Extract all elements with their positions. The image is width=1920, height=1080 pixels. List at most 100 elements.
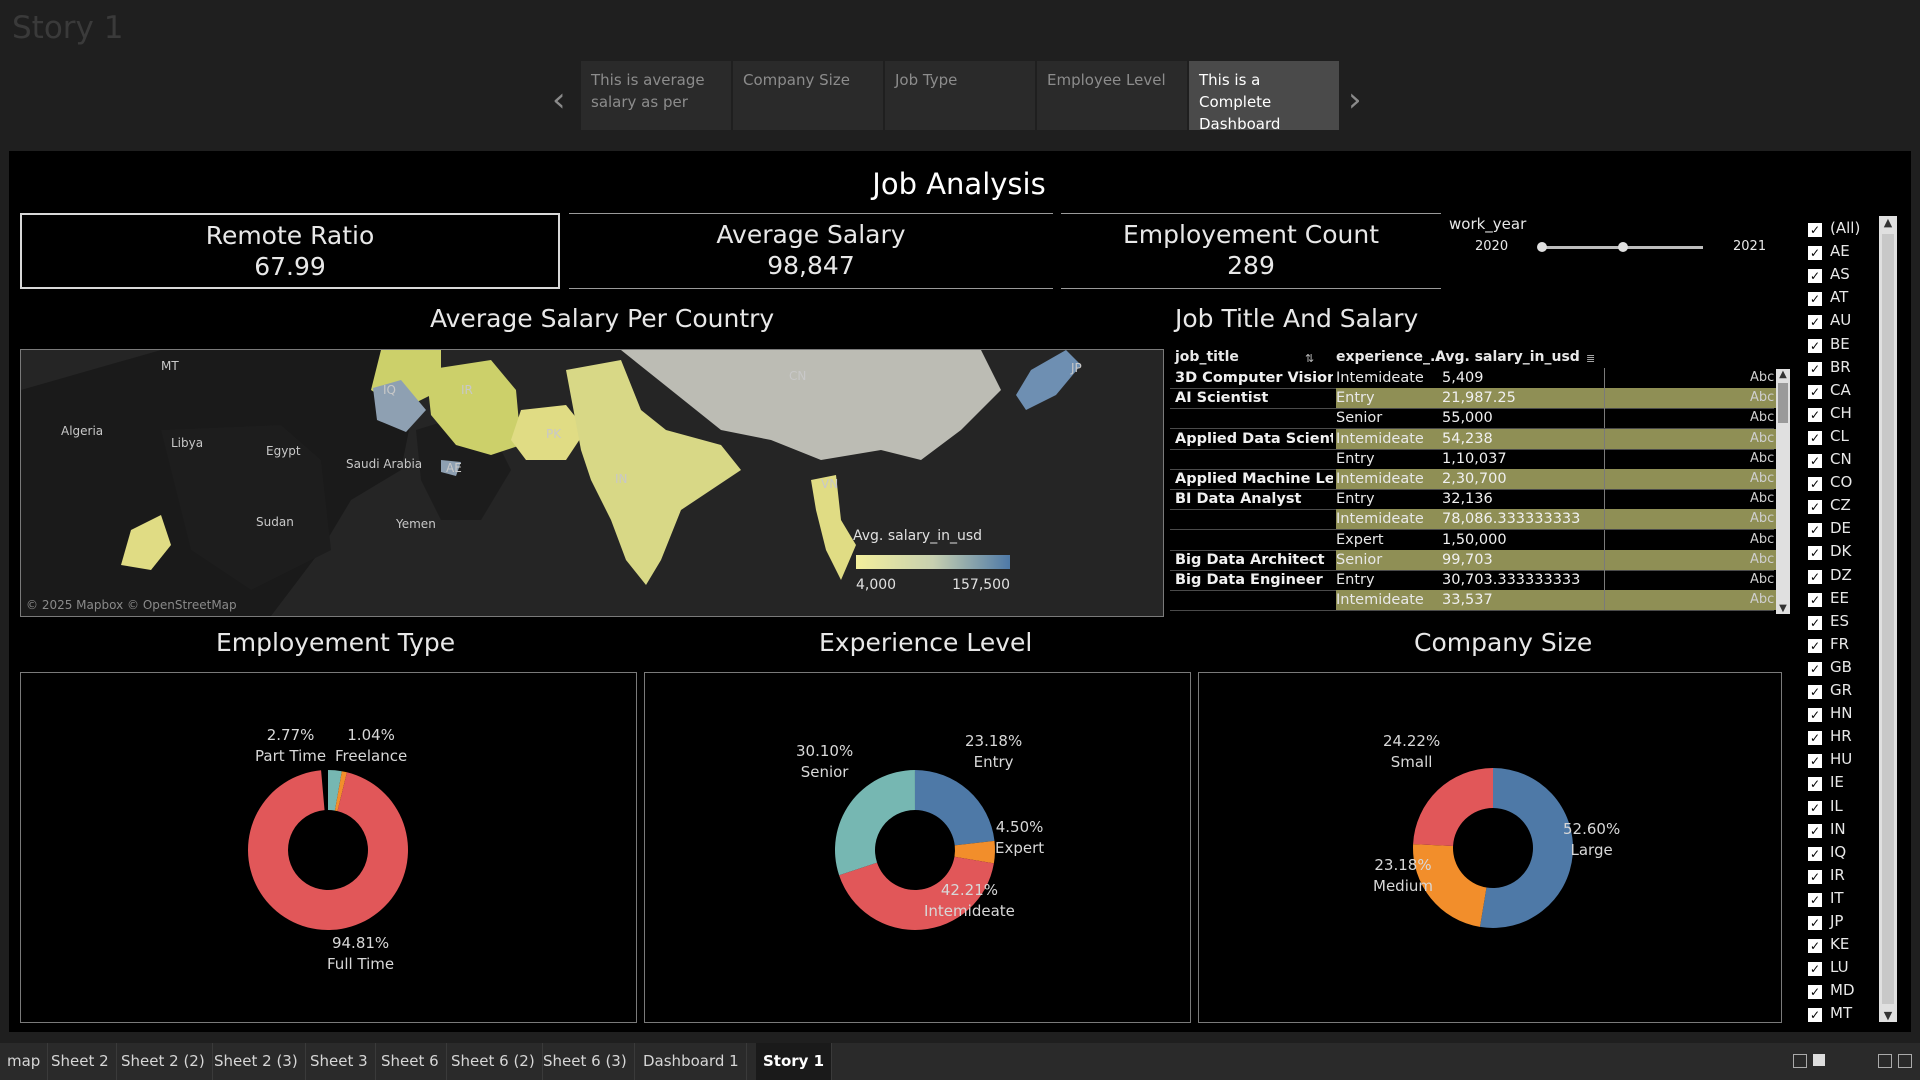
- checkbox-icon[interactable]: ✓: [1808, 777, 1822, 792]
- checkbox-icon[interactable]: ✓: [1808, 223, 1822, 237]
- company-size-chart[interactable]: 52.60% Large 23.18% Medium 24.22% Small: [1198, 672, 1782, 1023]
- table-row[interactable]: 3D Computer Vision ..Intemideate 5,409 Abc: [1170, 368, 1774, 389]
- checkbox-icon[interactable]: ✓: [1808, 962, 1822, 977]
- sheet-tab-sheet-3[interactable]: Sheet 3: [303, 1043, 376, 1080]
- kpi-employment-count[interactable]: Employement Count 289: [1061, 213, 1441, 289]
- table-row[interactable]: Entry 1,10,037 Abc: [1170, 448, 1774, 470]
- filter-item-lu[interactable]: ✓ LU: [1808, 956, 1849, 979]
- grid-view-icon[interactable]: [1793, 1054, 1807, 1068]
- filter-item-jp[interactable]: ✓ JP: [1808, 910, 1843, 933]
- filter-item-ae[interactable]: ✓ AE: [1808, 240, 1850, 263]
- checkbox-icon[interactable]: ✓: [1808, 361, 1822, 376]
- checkbox-icon[interactable]: ✓: [1808, 1008, 1822, 1023]
- sheet-tab-sheet-6-2[interactable]: Sheet 6 (2): [444, 1043, 543, 1080]
- fullscreen-icon[interactable]: [1878, 1054, 1892, 1068]
- checkbox-icon[interactable]: ✓: [1808, 546, 1822, 561]
- checkbox-icon[interactable]: ✓: [1808, 708, 1822, 723]
- filter-item-il[interactable]: ✓ IL: [1808, 795, 1843, 818]
- filter-item-dk[interactable]: ✓ DK: [1808, 540, 1851, 563]
- filter-scrollbar-thumb[interactable]: [1882, 234, 1894, 1004]
- filter-item-mt[interactable]: ✓ MT: [1808, 1002, 1852, 1025]
- sheet-tab-story-1[interactable]: Story 1: [756, 1043, 833, 1080]
- present-mode-icon[interactable]: [1898, 1054, 1912, 1068]
- checkbox-icon[interactable]: ✓: [1808, 407, 1822, 422]
- table-scrollbar[interactable]: ▲ ▼: [1776, 369, 1790, 614]
- kpi-remote-ratio[interactable]: Remote Ratio 67.99: [20, 213, 560, 289]
- filter-item-in[interactable]: ✓ IN: [1808, 818, 1846, 841]
- filter-item-all[interactable]: ✓ (All): [1808, 217, 1860, 240]
- filter-item-co[interactable]: ✓ CO: [1808, 471, 1852, 494]
- experience-level-chart[interactable]: 23.18% Entry 4.50% Expert 42.21% Intemideat…: [644, 672, 1191, 1023]
- filter-item-ca[interactable]: ✓ CA: [1808, 379, 1851, 402]
- filter-item-gb[interactable]: ✓ GB: [1808, 656, 1852, 679]
- filter-scrollbar[interactable]: ▲ ▼: [1879, 216, 1897, 1022]
- checkbox-icon[interactable]: ✓: [1808, 592, 1822, 607]
- filter-item-hn[interactable]: ✓ HN: [1808, 702, 1853, 725]
- next-point-arrow-icon[interactable]: ›: [1348, 80, 1362, 120]
- checkbox-icon[interactable]: ✓: [1808, 800, 1822, 815]
- donut-slice-entry[interactable]: [915, 770, 995, 846]
- table-row[interactable]: Senior 55,000 Abc: [1170, 408, 1774, 430]
- sheet-tab-sheet-2-3[interactable]: Sheet 2 (3): [207, 1043, 306, 1080]
- col-header-experience[interactable]: experience_..: [1336, 349, 1441, 365]
- checkbox-icon[interactable]: ✓: [1808, 315, 1822, 330]
- table-row[interactable]: Intemideate 33,537 Abc: [1170, 590, 1776, 612]
- filter-scroll-down-icon[interactable]: ▼: [1879, 1009, 1897, 1022]
- checkbox-icon[interactable]: ✓: [1808, 246, 1822, 261]
- sheet-tab-sheet-6[interactable]: Sheet 6: [374, 1043, 447, 1080]
- checkbox-icon[interactable]: ✓: [1808, 500, 1822, 515]
- previous-point-arrow-icon[interactable]: ‹: [552, 80, 566, 120]
- filter-item-ch[interactable]: ✓ CH: [1808, 402, 1852, 425]
- donut-slice-large[interactable]: [1479, 768, 1573, 928]
- filter-item-md[interactable]: ✓ MD: [1808, 979, 1855, 1002]
- filter-item-be[interactable]: ✓ BE: [1808, 333, 1850, 356]
- checkbox-icon[interactable]: ✓: [1808, 846, 1822, 861]
- sheet-tab-sheet-2-2[interactable]: Sheet 2 (2): [114, 1043, 213, 1080]
- filter-item-at[interactable]: ✓ AT: [1808, 286, 1848, 309]
- filter-item-dz[interactable]: ✓ DZ: [1808, 564, 1852, 587]
- checkbox-icon[interactable]: ✓: [1808, 292, 1822, 307]
- checkbox-icon[interactable]: ✓: [1808, 569, 1822, 584]
- story-point-5[interactable]: This is a Complete Dashboard: [1189, 61, 1339, 133]
- table-row[interactable]: Big Data Architect Senior 99,703 Abc: [1170, 549, 1776, 571]
- filter-item-gr[interactable]: ✓ GR: [1808, 679, 1852, 702]
- filter-item-fr[interactable]: ✓ FR: [1808, 633, 1849, 656]
- col-header-avg-salary[interactable]: Avg. salary_in_usd: [1435, 349, 1580, 365]
- col-header-job-title[interactable]: job_title: [1175, 349, 1239, 365]
- checkbox-icon[interactable]: ✓: [1808, 430, 1822, 445]
- story-point-1[interactable]: This is average salary as per: [581, 61, 731, 130]
- checkbox-icon[interactable]: ✓: [1808, 477, 1822, 492]
- filter-item-cn[interactable]: ✓ CN: [1808, 448, 1852, 471]
- filter-item-as[interactable]: ✓ AS: [1808, 263, 1850, 286]
- filter-item-ke[interactable]: ✓ KE: [1808, 933, 1849, 956]
- story-point-3[interactable]: Job Type: [885, 61, 1035, 130]
- sheet-tab-sheet-2[interactable]: Sheet 2: [44, 1043, 117, 1080]
- sort-icon[interactable]: ⇅: [1305, 352, 1314, 365]
- checkbox-icon[interactable]: ✓: [1808, 892, 1822, 907]
- donut-slice-small[interactable]: [1413, 768, 1493, 847]
- kpi-average-salary[interactable]: Average Salary 98,847: [569, 213, 1053, 289]
- checkbox-icon[interactable]: ✓: [1808, 523, 1822, 538]
- checkbox-icon[interactable]: ✓: [1808, 338, 1822, 353]
- checkbox-icon[interactable]: ✓: [1808, 661, 1822, 676]
- checkbox-icon[interactable]: ✓: [1808, 754, 1822, 769]
- filter-item-ir[interactable]: ✓ IR: [1808, 864, 1845, 887]
- filter-item-cl[interactable]: ✓ CL: [1808, 425, 1849, 448]
- work-year-slider-handle-start[interactable]: [1537, 242, 1547, 252]
- filter-item-cz[interactable]: ✓ CZ: [1808, 494, 1851, 517]
- filter-item-br[interactable]: ✓ BR: [1808, 356, 1851, 379]
- table-row[interactable]: Big Data Engineer Entry 30,703.333333333 Ab…: [1170, 570, 1774, 591]
- checkbox-icon[interactable]: ✓: [1808, 985, 1822, 1000]
- filter-item-ie[interactable]: ✓ IE: [1808, 771, 1844, 794]
- salary-map[interactable]: MT JP IQ IR CN Algeria Libya Egypt PK Saudi Arabi…: [20, 349, 1164, 617]
- checkbox-icon[interactable]: ✓: [1808, 615, 1822, 630]
- checkbox-icon[interactable]: ✓: [1808, 823, 1822, 838]
- table-row[interactable]: AI Scientist Entry 21,987.25 Abc: [1170, 388, 1776, 410]
- checkbox-icon[interactable]: ✓: [1808, 869, 1822, 884]
- checkbox-icon[interactable]: ✓: [1808, 384, 1822, 399]
- sort-descending-icon[interactable]: ≣: [1586, 352, 1595, 365]
- checkbox-icon[interactable]: ✓: [1808, 269, 1822, 284]
- checkbox-icon[interactable]: ✓: [1808, 939, 1822, 954]
- filter-item-hu[interactable]: ✓ HU: [1808, 748, 1852, 771]
- table-row[interactable]: Intemideate 78,086.333333333 Abc: [1170, 509, 1776, 531]
